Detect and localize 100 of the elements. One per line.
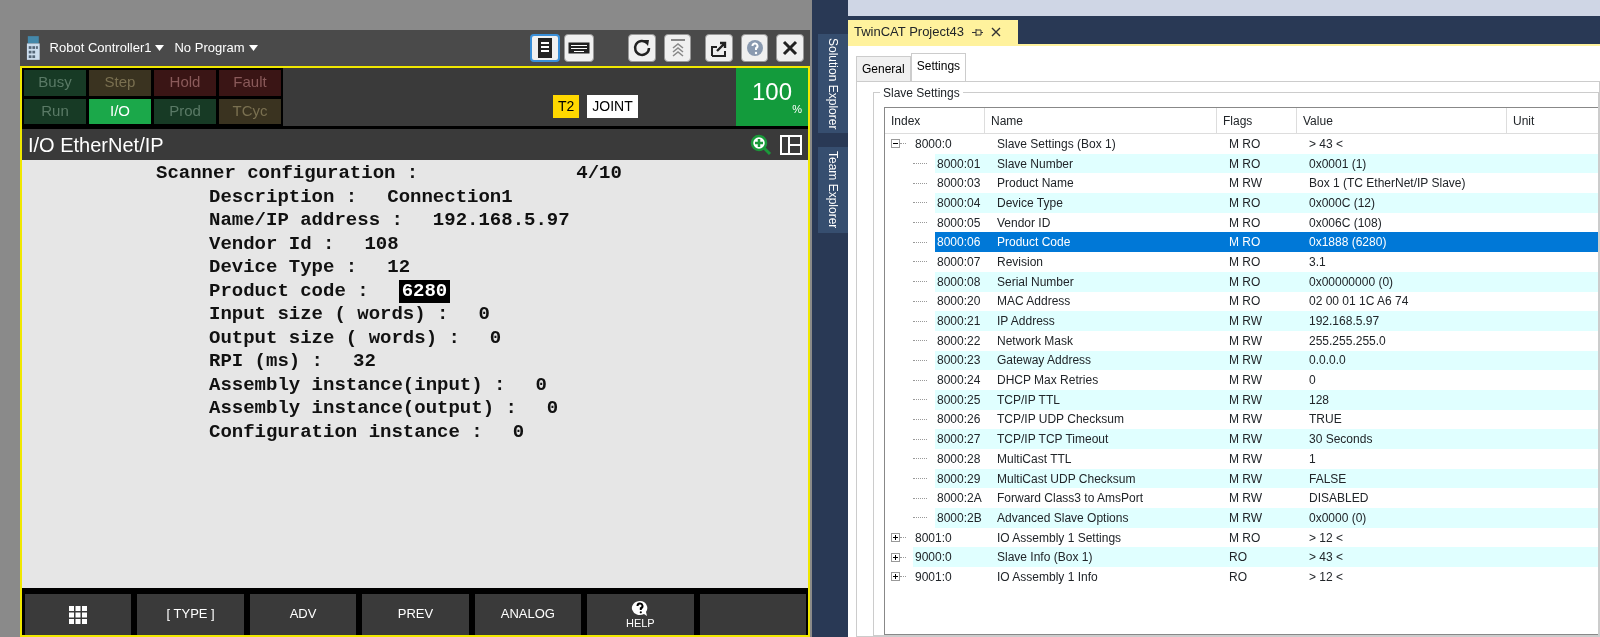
- value-cell-text: 192.168.5.97: [1308, 313, 1381, 331]
- flags-cell-text: M RO: [1228, 273, 1262, 291]
- controller-dropdown[interactable]: Robot Controller1: [48, 37, 166, 59]
- name-cell-text: IP Address: [996, 313, 1056, 331]
- field-value[interactable]: Connection1: [387, 185, 513, 209]
- field-label: Assembly instance(output) :: [209, 397, 517, 421]
- column-header[interactable]: Value: [1297, 108, 1507, 133]
- index-cell-text: 9001:0: [914, 568, 953, 586]
- field-value[interactable]: 0: [512, 420, 525, 444]
- field-value[interactable]: 0: [478, 303, 490, 327]
- refresh-button[interactable]: [628, 34, 656, 62]
- tree-row[interactable]: 8000:26 TCP/IP UDP Checksum M RW TRUE: [885, 409, 1598, 430]
- help-icon: [744, 38, 765, 58]
- value-cell-text: 1: [1308, 450, 1317, 468]
- field-value[interactable]: 192.168.5.97: [432, 209, 570, 233]
- name-cell-text: MultiCast UDP Checksum: [996, 470, 1137, 488]
- column-header[interactable]: Flags: [1217, 108, 1297, 133]
- name-cell-text: Slave Info (Box 1): [996, 549, 1094, 567]
- tree-row[interactable]: 8001:0 IO Assembly 1 Settings M RO > 12 <: [885, 527, 1598, 548]
- softkey[interactable]: PREV: [362, 594, 469, 635]
- column-header[interactable]: Unit: [1507, 108, 1598, 133]
- flags-cell-text: M RO: [1228, 234, 1262, 252]
- name-cell-text: Slave Settings (Box 1): [996, 135, 1117, 153]
- value-cell-text: 0: [1308, 372, 1317, 390]
- side-panel-tab[interactable]: Team Explorer: [818, 147, 848, 233]
- tab[interactable]: Settings: [910, 53, 967, 81]
- value-cell-text: > 12 <: [1308, 568, 1345, 586]
- name-cell-text: IO Assembly 1 Settings: [996, 529, 1123, 547]
- name-cell-text: Network Mask: [996, 332, 1074, 350]
- index-cell-text: 8000:26: [936, 411, 982, 429]
- field-label: Product code :: [209, 279, 369, 303]
- tree-row[interactable]: 8000:05 Vendor ID M RO 0x006C (108): [885, 212, 1598, 233]
- name-cell-text: IO Assembly 1 Info: [996, 568, 1099, 586]
- chevrons-up-button[interactable]: [663, 34, 692, 62]
- expand-icon[interactable]: [891, 572, 900, 582]
- field-value[interactable]: 6280: [398, 279, 451, 303]
- field-value[interactable]: 32: [353, 350, 376, 374]
- index-cell-text: 8000:25: [936, 391, 982, 409]
- softkey[interactable]: HELP: [587, 594, 694, 635]
- name-cell-text: Revision: [996, 253, 1045, 271]
- tree-row[interactable]: 8000:03 Product Name M RW Box 1 (TC EtherNet/IP Slave): [885, 173, 1598, 194]
- value-cell-text: 02 00 01 1C A6 74: [1308, 293, 1410, 311]
- softkey[interactable]: ADV: [249, 594, 357, 635]
- name-cell-text: TCP/IP UDP Checksum: [996, 411, 1125, 429]
- value-cell-text: DISABLED: [1308, 490, 1370, 508]
- status-indicator: Busy: [24, 70, 86, 96]
- flags-cell-text: M RO: [1228, 214, 1262, 232]
- document-tab[interactable]: TwinCAT Project43: [848, 20, 1018, 44]
- collapse-icon[interactable]: [891, 139, 900, 149]
- field-value[interactable]: 12: [387, 256, 411, 280]
- help-button[interactable]: [740, 34, 769, 62]
- field-label: Name/IP address :: [209, 209, 403, 233]
- tree-row[interactable]: 8000:22 Network Mask M RW 255.255.255.0: [885, 330, 1598, 351]
- flags-cell-text: M RW: [1228, 332, 1264, 350]
- tree-row[interactable]: 9001:0 IO Assembly 1 Info RO > 12 <: [885, 567, 1598, 587]
- tree-row[interactable]: 8000:24 DHCP Max Retries M RW 0: [885, 370, 1598, 390]
- field-label: Assembly instance(input) :: [209, 373, 506, 397]
- keyboard-view-button[interactable]: [564, 34, 594, 62]
- tab[interactable]: General: [856, 56, 911, 81]
- field-value[interactable]: 0: [546, 397, 559, 421]
- expand-icon[interactable]: [891, 552, 900, 562]
- status-indicator: Step: [89, 70, 151, 96]
- tree-row[interactable]: 8000:07 Revision M RO 3.1: [885, 252, 1598, 272]
- export-button[interactable]: [705, 34, 733, 62]
- index-cell-text: 8000:2B: [936, 509, 983, 527]
- index-cell-text: 8000:27: [936, 431, 982, 449]
- program-dropdown[interactable]: No Program: [173, 37, 259, 59]
- tree-row[interactable]: 8000:28 MultiCast TTL M RW 1: [885, 449, 1598, 469]
- page-counter: 4/10: [576, 162, 622, 186]
- index-cell-text: 8000:20: [936, 293, 982, 311]
- field-value[interactable]: 0: [489, 326, 502, 350]
- column-header[interactable]: Index: [885, 108, 985, 133]
- index-cell-text: 8000:22: [936, 332, 982, 350]
- tree-row[interactable]: 8000:20 MAC Address M RO 02 00 01 1C A6 74: [885, 291, 1598, 312]
- pendant-view-button[interactable]: [530, 34, 560, 62]
- field-value[interactable]: 0: [535, 373, 547, 397]
- name-cell-text: Product Name: [996, 175, 1075, 193]
- split-layout-icon[interactable]: [780, 134, 802, 155]
- index-cell-text: 9000:0: [914, 549, 953, 567]
- side-panel-tab[interactable]: Solution Explorer: [818, 34, 848, 134]
- mode-badge: T2: [553, 95, 580, 118]
- softkey[interactable]: [ TYPE ]: [137, 594, 244, 635]
- close-button[interactable]: [776, 34, 804, 62]
- index-cell-text: 8000:21: [936, 313, 982, 331]
- field-value[interactable]: 108: [364, 232, 399, 256]
- close-icon[interactable]: [991, 27, 1002, 37]
- flags-cell-text: M RW: [1228, 313, 1264, 331]
- tree-row[interactable]: 8000:2A Forward Class3 to AmsPort M RW DISABLED: [885, 488, 1598, 509]
- softkey[interactable]: ANALOG: [474, 594, 582, 635]
- zoom-in-icon[interactable]: [750, 133, 772, 156]
- tree-row[interactable]: 8000:0 Slave Settings (Box 1) M RO > 43 <: [885, 134, 1598, 154]
- pendant-icon: [537, 38, 553, 58]
- pin-icon[interactable]: [972, 27, 984, 37]
- softkey[interactable]: [25, 594, 132, 635]
- expand-icon[interactable]: [891, 533, 900, 543]
- index-cell-text: 8001:0: [914, 529, 953, 547]
- field-label: Output size ( words) :: [209, 326, 460, 350]
- column-header[interactable]: Name: [985, 108, 1217, 133]
- index-cell-text: 8000:28: [936, 450, 982, 468]
- flags-cell-text: M RW: [1228, 470, 1264, 488]
